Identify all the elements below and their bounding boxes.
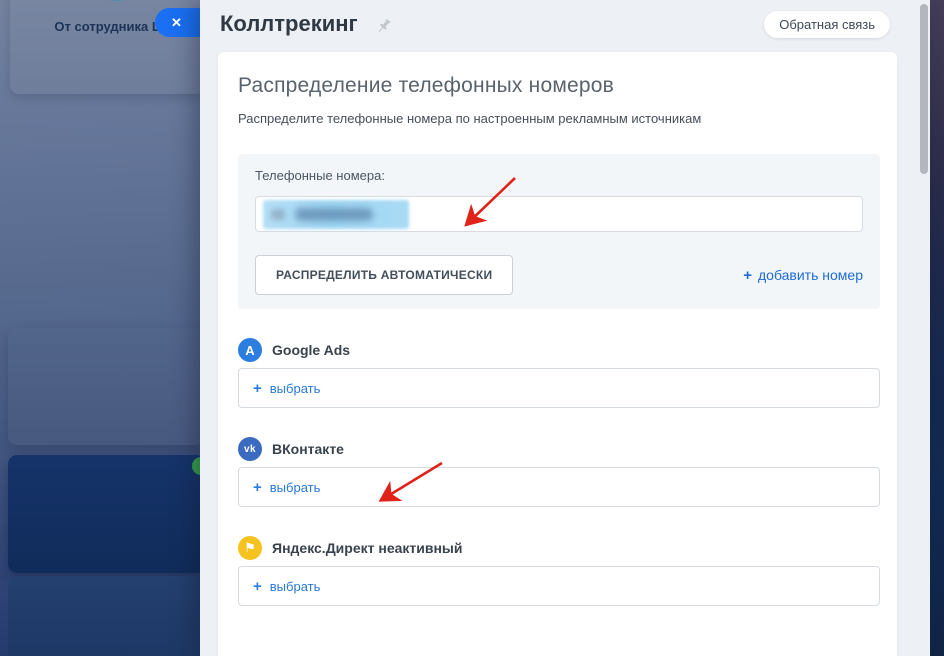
plus-icon: + bbox=[743, 267, 752, 284]
source-label: Яндекс.Директ неактивный bbox=[272, 540, 462, 556]
source-card-own-site[interactable]: Свой сайт bbox=[8, 328, 200, 445]
section-heading: Распределение телефонных номеров bbox=[238, 74, 880, 98]
select-numbers-vkontakte[interactable]: + выбрать bbox=[238, 467, 880, 507]
star-icon: ★ bbox=[98, 0, 136, 1]
select-label: выбрать bbox=[270, 381, 321, 396]
calltracking-settings-screen: ★ От сотрудника ЦЭ ✕ Свой сайт f bbox=[0, 0, 944, 656]
phone-numbers-section: Телефонные номера: РАСПРЕДЕЛИТЬ АВТОМАТИ… bbox=[238, 154, 880, 309]
source-row-yandex-direct: ⚑ Яндекс.Директ неактивный + выбрать bbox=[238, 536, 880, 606]
vk-icon: vk bbox=[238, 437, 262, 461]
source-label: ВКонтакте bbox=[272, 441, 344, 457]
select-numbers-yandex-direct[interactable]: + выбрать bbox=[238, 566, 880, 606]
source-card-facebook-comments[interactable]: f Facebook*: Коммент... bbox=[8, 455, 200, 573]
source-card-partial[interactable] bbox=[8, 576, 200, 656]
select-label: выбрать bbox=[270, 579, 321, 594]
page-background-strip bbox=[930, 0, 944, 656]
add-number-label: добавить номер bbox=[758, 267, 863, 283]
source-row-vkontakte: vk ВКонтакте + выбрать bbox=[238, 437, 880, 507]
source-header: vk ВКонтакте bbox=[238, 437, 880, 461]
plus-icon: + bbox=[253, 380, 262, 397]
yandex-direct-icon: ⚑ bbox=[238, 536, 262, 560]
source-header: A Google Ads bbox=[238, 338, 880, 362]
pin-icon[interactable] bbox=[375, 17, 393, 35]
scrollbar-thumb[interactable] bbox=[920, 4, 928, 174]
select-label: выбрать bbox=[270, 480, 321, 495]
panel-header: Коллтрекинг Обратная связь bbox=[200, 0, 930, 52]
plus-icon: + bbox=[253, 479, 262, 496]
close-icon: ✕ bbox=[171, 15, 182, 31]
source-label: Google Ads bbox=[272, 342, 350, 358]
plus-icon: + bbox=[253, 578, 262, 595]
page-title: Коллтрекинг bbox=[220, 11, 358, 37]
select-numbers-google-ads[interactable]: + выбрать bbox=[238, 368, 880, 408]
phone-actions-row: РАСПРЕДЕЛИТЬ АВТОМАТИЧЕСКИ + добавить но… bbox=[255, 255, 863, 295]
add-number-link[interactable]: + добавить номер bbox=[743, 267, 863, 284]
google-ads-icon: A bbox=[238, 338, 262, 362]
distribution-card: Распределение телефонных номеров Распред… bbox=[218, 52, 897, 656]
phone-numbers-label: Телефонные номера: bbox=[255, 168, 863, 183]
source-row-google-ads: A Google Ads + выбрать bbox=[238, 338, 880, 408]
section-subheading: Распределите телефонные номера по настро… bbox=[238, 111, 880, 126]
phone-number-chip-blurred bbox=[263, 200, 409, 229]
calltracking-panel: Коллтрекинг Обратная связь Распределение… bbox=[200, 0, 930, 656]
close-button[interactable]: ✕ bbox=[155, 8, 200, 37]
source-header: ⚑ Яндекс.Директ неактивный bbox=[238, 536, 880, 560]
distribute-automatically-button[interactable]: РАСПРЕДЕЛИТЬ АВТОМАТИЧЕСКИ bbox=[255, 255, 513, 295]
feedback-button[interactable]: Обратная связь bbox=[764, 11, 890, 38]
phone-numbers-input[interactable] bbox=[255, 196, 863, 232]
sources-board-background: ★ От сотрудника ЦЭ ✕ Свой сайт f bbox=[0, 0, 200, 656]
